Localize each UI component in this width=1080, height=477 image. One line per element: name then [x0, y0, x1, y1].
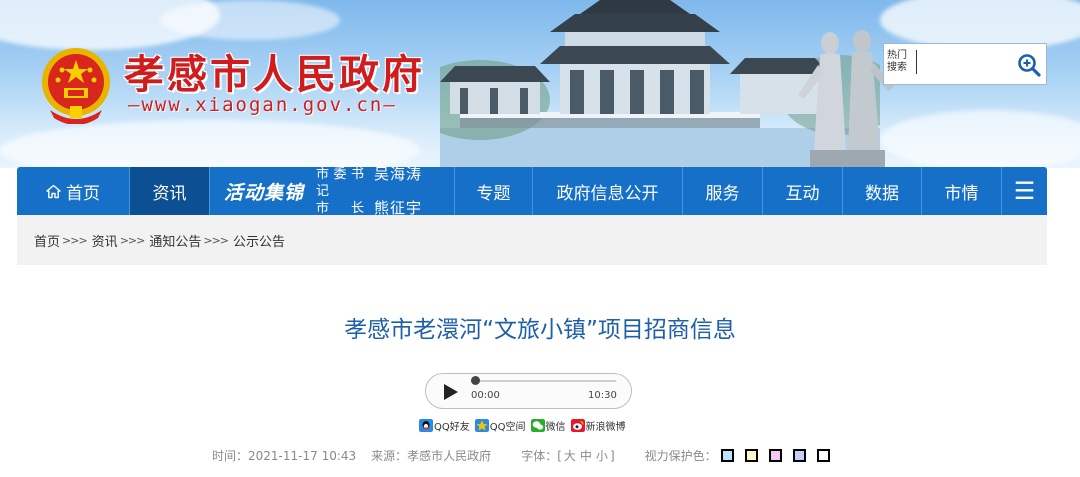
share-weibo[interactable]: 新浪微博: [570, 418, 626, 433]
audio-player: 00:00 10:30: [425, 373, 632, 409]
nav-home[interactable]: 首页: [17, 167, 130, 215]
main-nav: 首页 资讯 活动集锦 市委书记 吴海涛 市长 熊征宇 专题 政府信息公开 服务 …: [17, 165, 1047, 217]
nav-topics-label: 专题: [476, 183, 511, 204]
eye-care-swatch[interactable]: [816, 449, 830, 462]
nav-topics[interactable]: 专题: [455, 167, 533, 215]
share-qq-friend-label: QQ好友: [434, 422, 470, 433]
share-weibo-label: 新浪微博: [585, 422, 626, 433]
eye-care-swatch[interactable]: [792, 449, 806, 462]
font-medium-button[interactable]: 中: [580, 447, 592, 464]
search-input[interactable]: [918, 48, 1012, 80]
nav-data-label: 数据: [865, 183, 899, 204]
article-meta: 时间： 2021-11-17 10:43 来源： 孝感市人民政府 字体： [ 大…: [212, 447, 830, 464]
nav-market[interactable]: 市情: [922, 167, 1002, 215]
hot-search-label[interactable]: 热门 搜索: [887, 50, 917, 74]
breadcrumb-home[interactable]: 首页: [34, 231, 60, 250]
home-icon: [46, 184, 61, 198]
audio-duration: 10:30: [588, 390, 617, 401]
nav-interaction[interactable]: 互动: [763, 167, 843, 215]
share-wechat-label: 微信: [545, 422, 566, 433]
font-bracket-close: ]: [609, 448, 615, 463]
menu-button[interactable]: ☰: [1002, 167, 1047, 215]
leaders-grid: 市委书记 吴海涛 市长 熊征宇: [316, 165, 422, 217]
leader-role-mayor: 市长: [316, 200, 365, 216]
breadcrumb-separator: >>>: [203, 233, 229, 247]
breadcrumb-news[interactable]: 资讯: [92, 231, 118, 250]
menu-icon: ☰: [1013, 177, 1036, 205]
eye-care-swatch[interactable]: [720, 449, 734, 462]
eye-care-swatches: [717, 449, 830, 462]
breadcrumb: 首页 >>> 资讯 >>> 通知公告 >>> 公示公告: [17, 215, 1047, 265]
nav-gov-info[interactable]: 政府信息公开: [533, 167, 683, 215]
breadcrumb-public-notice[interactable]: 公示公告: [233, 231, 285, 250]
publish-time: 2021-11-17 10:43: [248, 448, 357, 463]
leader-name-secretary[interactable]: 吴海涛: [374, 165, 422, 200]
search-icon[interactable]: [1016, 52, 1042, 78]
nav-home-label: 首页: [66, 183, 100, 204]
nav-gov-info-label: 政府信息公开: [556, 183, 659, 204]
site-url: —www.xiaogan.gov.cn—: [128, 94, 397, 116]
font-size-label: 字体：: [521, 449, 558, 463]
leader-role-secretary: 市委书记: [316, 166, 365, 199]
font-bracket-open: [: [557, 448, 562, 463]
breadcrumb-notices[interactable]: 通知公告: [149, 231, 201, 250]
share-wechat[interactable]: 微信: [530, 418, 566, 433]
breadcrumb-separator: >>>: [119, 233, 146, 247]
play-icon[interactable]: [443, 383, 459, 401]
nav-activity-highlights[interactable]: 活动集锦 市委书记 吴海涛 市长 熊征宇: [210, 165, 455, 217]
share-bar: QQ好友 QQ空间 微信 新浪微博: [419, 418, 626, 433]
cloud-decoration: [0, 120, 420, 168]
nav-market-label: 市情: [944, 183, 979, 204]
nav-services[interactable]: 服务: [683, 167, 763, 215]
eye-care-swatch[interactable]: [768, 449, 782, 462]
nav-news[interactable]: 资讯: [130, 167, 210, 215]
eye-care-label: 视力保护色：: [644, 449, 717, 463]
hot-search-label-line-2: 搜索: [887, 62, 907, 73]
audio-progress-track[interactable]: [474, 380, 616, 382]
article-title: 孝感市老澴河“文旅小镇”项目招商信息: [344, 317, 736, 343]
share-qq-zone[interactable]: QQ空间: [474, 418, 526, 433]
hot-search-label-line-1: 热门: [887, 50, 907, 61]
eye-care-swatch[interactable]: [744, 449, 758, 462]
source-label: 来源：: [371, 449, 408, 463]
leader-name-mayor[interactable]: 熊征宇: [374, 199, 422, 217]
share-qq-friend[interactable]: QQ好友: [419, 418, 470, 433]
share-qq-zone-label: QQ空间: [489, 422, 526, 433]
national-emblem-icon: [42, 48, 110, 124]
font-large-button[interactable]: 大: [564, 447, 576, 464]
wechat-icon: [530, 419, 545, 432]
audio-current-time: 00:00: [471, 390, 500, 401]
breadcrumb-separator: >>>: [62, 233, 88, 247]
search-box: 热门 搜索: [883, 43, 1047, 85]
audio-progress-handle[interactable]: [471, 376, 480, 385]
activity-title: 活动集锦: [224, 181, 305, 204]
nav-services-label: 服务: [705, 183, 740, 204]
site-title: 孝感市人民政府: [124, 52, 425, 98]
qq-icon: [419, 419, 433, 432]
nav-interaction-label: 互动: [785, 183, 820, 204]
time-label: 时间：: [212, 449, 249, 463]
nav-news-label: 资讯: [152, 183, 187, 204]
weibo-icon: [570, 419, 585, 432]
cloud-decoration: [160, 0, 340, 40]
nav-data[interactable]: 数据: [843, 167, 922, 215]
font-small-button[interactable]: 小: [596, 447, 608, 464]
cloud-decoration: [880, 110, 1080, 168]
source-value: 孝感市人民政府: [407, 449, 492, 463]
header-banner: 孝感市人民政府 —www.xiaogan.gov.cn— 热门 搜索: [0, 0, 1080, 168]
qzone-icon: [474, 419, 489, 432]
